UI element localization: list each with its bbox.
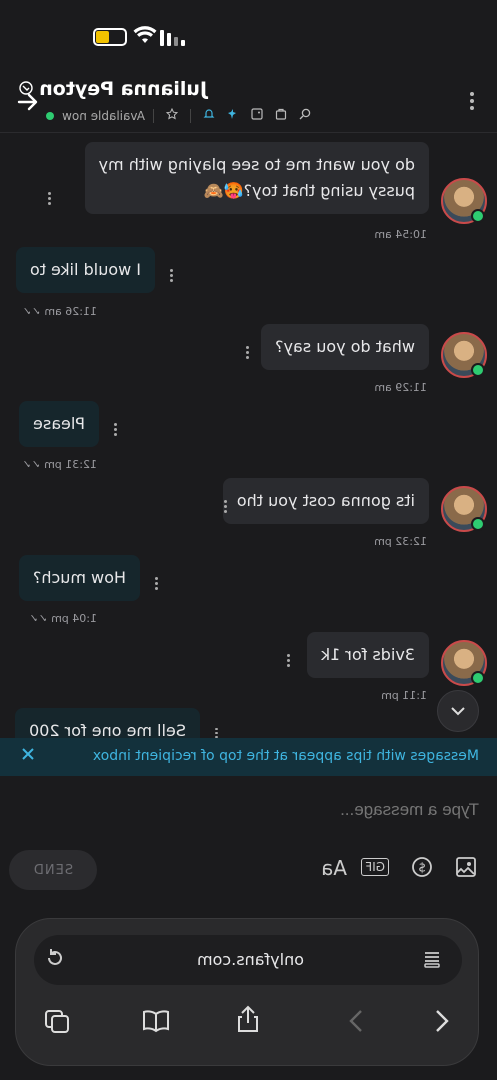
search-icon[interactable] [299,108,311,123]
message-bubble[interactable]: its gonna cost you tho [222,478,429,524]
message-bubble[interactable]: what do you say? [260,324,429,370]
avatar[interactable] [441,332,487,378]
bell-icon[interactable] [203,108,215,123]
message-options-icon[interactable] [223,500,229,516]
svg-text:$: $ [418,861,426,875]
contact-name[interactable]: Julianna Peyton [15,78,207,100]
status-bar [0,0,497,70]
tip-dollar-icon[interactable]: $ [411,856,433,883]
message-bubble[interactable]: Please [19,401,99,447]
back-icon[interactable] [434,1009,450,1039]
message-options-icon[interactable] [245,346,251,362]
message-time: 12:31 pm [44,458,97,471]
mirrored-screen: Julianna Peyton Available now do you wan… [0,0,497,1080]
avatar[interactable] [441,640,487,686]
message-time: 11:26 am [44,305,97,318]
reload-icon[interactable] [44,947,66,974]
divider [190,108,191,123]
forward-icon[interactable] [348,1009,364,1039]
vault-icon[interactable] [275,108,287,123]
message-bubble[interactable]: I would like to [15,247,155,293]
reader-mode-icon[interactable] [422,949,442,974]
message-options-icon[interactable] [47,192,53,208]
message-options-icon[interactable] [154,577,160,593]
gallery-icon[interactable] [251,108,263,123]
browser-toolbar: onlyfans.com [15,918,479,1066]
message-text: do you want me to see playing with my [98,155,415,174]
signal-icon [160,30,185,46]
message-meta: 1:04 pm ✓✓ [29,612,97,625]
message-bubble[interactable]: How much? [18,555,140,601]
message-text: Please [33,414,85,433]
url-text[interactable]: onlyfans.com [197,950,304,969]
online-indicator [46,111,55,120]
status-text: Available now [62,108,145,123]
verified-icon [18,81,33,99]
message-text: pussy using that toy?🥵🙈 [203,181,415,200]
wifi-icon [133,25,157,49]
divider [153,108,154,123]
pin-icon[interactable] [227,108,239,123]
message-options-icon[interactable] [286,654,292,670]
text-format-icon[interactable]: Aa [321,856,347,880]
tips-banner: Messages with tips appear at the top of … [0,738,497,776]
message-meta: 12:31 pm ✓✓ [22,458,97,471]
message-text: I would like to [29,260,141,279]
message-composer: $ GIF Aa SEND [0,776,497,910]
more-vert-icon[interactable] [465,92,479,112]
message-options-icon[interactable] [113,423,119,439]
message-time: 10:54 am [374,228,427,241]
message-time: 1:04 pm [51,612,97,625]
scroll-down-button[interactable] [437,690,479,732]
message-text: How much? [32,568,126,587]
read-check-icon: ✓✓ [29,612,48,625]
star-icon[interactable] [165,107,179,123]
header-action-icons [153,107,311,123]
read-check-icon: ✓✓ [22,458,41,471]
message-text: 3vids for 1k [320,645,415,664]
message-text: what do you say? [274,337,415,356]
message-text: its gonna cost you tho [236,491,415,510]
read-check-icon: ✓✓ [22,305,41,318]
close-icon[interactable] [21,746,35,765]
message-time: 11:29 am [374,381,427,394]
tips-banner-text: Messages with tips appear at the top of … [92,748,479,764]
message-time: 1:11 pm [381,689,427,702]
avatar[interactable] [441,178,487,224]
message-options-icon[interactable] [169,269,175,285]
gif-icon[interactable]: GIF [361,858,389,876]
message-bubble[interactable]: 3vids for 1k [306,632,429,678]
address-bar[interactable]: onlyfans.com [34,935,462,985]
image-icon[interactable] [455,856,477,883]
send-button[interactable]: SEND [9,850,97,890]
chat-header: Julianna Peyton Available now [0,70,497,133]
message-time: 12:32 pm [374,535,427,548]
bookmarks-icon[interactable] [142,1009,170,1039]
contact-name-text: Julianna Peyton [39,78,207,100]
share-icon[interactable] [236,1005,260,1039]
avatar[interactable] [441,486,487,532]
message-options-icon[interactable] [214,728,220,738]
message-bubble[interactable]: do you want me to see playing with my pu… [84,142,429,214]
battery-icon [93,28,127,46]
contact-substatus: Available now [46,107,311,123]
message-meta: 11:26 am ✓✓ [22,305,97,318]
message-input[interactable] [13,796,481,824]
tabs-icon[interactable] [44,1009,70,1041]
